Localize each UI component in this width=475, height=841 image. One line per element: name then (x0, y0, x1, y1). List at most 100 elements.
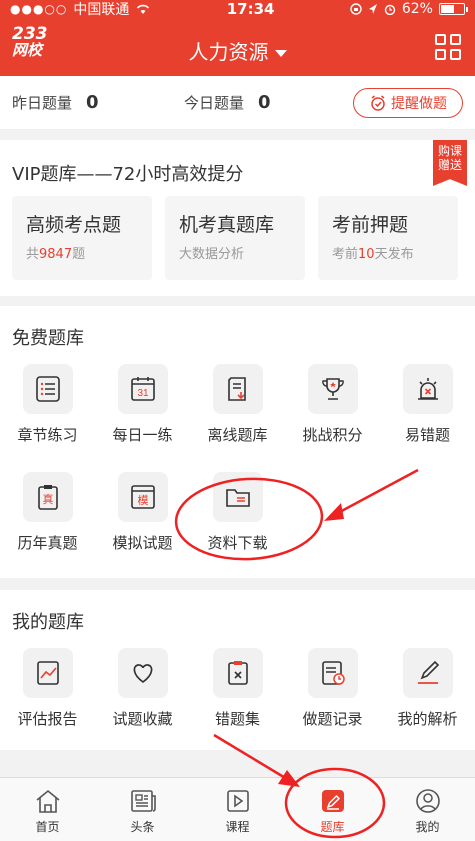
free-item-past-exams[interactable]: 真 历年真题 (0, 472, 95, 580)
record-icon (307, 648, 358, 698)
battery-icon (438, 3, 468, 15)
tab-label: 课程 (225, 820, 250, 834)
free-item-chapter[interactable]: 章节练习 (0, 364, 95, 472)
vip-cards: 高频考点题 共9847题 机考真题库 大数据分析 考前押题 考前10天发布 (12, 196, 458, 280)
my-item-favorites[interactable]: 试题收藏 (95, 648, 190, 756)
my-bank-grid: 评估报告 试题收藏 错题集 做题记录 我的解析 (0, 648, 475, 756)
item-label: 资料下载 (207, 534, 268, 552)
free-item-mistakes[interactable]: 易错题 (380, 364, 475, 472)
item-label: 试题收藏 (112, 710, 173, 728)
calendar-icon: 31 (117, 364, 168, 414)
tab-question-bank[interactable]: 题库 (285, 778, 380, 841)
item-label: 挑战积分 (302, 426, 363, 444)
news-icon (130, 790, 156, 812)
browser-icon: 模 (117, 472, 168, 522)
item-label: 评估报告 (17, 710, 78, 728)
carrier-label: 中国联通 (73, 2, 130, 18)
my-item-wrong-set[interactable]: 错题集 (190, 648, 285, 756)
yesterday-value: 0 (86, 92, 99, 113)
subject-title: 人力资源 (188, 40, 269, 64)
svg-text:31: 31 (137, 388, 149, 399)
free-item-challenge[interactable]: 挑战积分 (285, 364, 380, 472)
item-label: 历年真题 (17, 534, 78, 552)
tab-news[interactable]: 头条 (95, 778, 190, 841)
yesterday-label: 昨日题量 (12, 94, 73, 112)
vip-title: VIP题库——72小时高效提分 (12, 164, 244, 185)
my-item-report[interactable]: 评估报告 (0, 648, 95, 756)
my-bank-title: 我的题库 (12, 612, 84, 633)
yesterday-stat: 昨日题量 0 (12, 92, 99, 113)
alarm-status-icon (384, 4, 396, 15)
tab-courses[interactable]: 课程 (190, 778, 285, 841)
play-icon (226, 790, 249, 812)
vip-card-high-frequency[interactable]: 高频考点题 共9847题 (12, 196, 152, 280)
tab-home[interactable]: 首页 (0, 778, 95, 841)
vip-card-title: 高频考点题 (26, 214, 122, 236)
signal-icon: ●●●○○ (10, 2, 68, 16)
grid-cell-icon (435, 49, 446, 60)
item-label: 每日一练 (112, 426, 173, 444)
vip-card-sub: 大数据分析 (179, 247, 245, 262)
item-label: 我的解析 (397, 710, 458, 728)
badge-line: 赠送 (437, 158, 462, 172)
app-header: ●●●○○ 中国联通 17:34 62% 233 网校 人力资源 (0, 0, 475, 76)
free-bank-grid: 章节练习 31 每日一练 离线题库 挑战积分 易错题 真 历年真题 模 模拟试题… (0, 364, 475, 580)
wrong-doc-icon (212, 648, 263, 698)
stats-bar: 昨日题量 0 今日题量 0 提醒做题 (0, 76, 475, 130)
item-label: 模拟试题 (112, 534, 173, 552)
user-icon (415, 789, 440, 813)
today-stat: 今日题量 0 (184, 92, 271, 113)
item-label: 做题记录 (302, 710, 363, 728)
location-icon (368, 4, 377, 14)
grid-menu-button[interactable] (435, 34, 461, 60)
trophy-icon (307, 364, 358, 414)
item-label: 易错题 (404, 426, 450, 444)
edit-icon (402, 648, 453, 698)
tab-me[interactable]: 我的 (380, 778, 475, 841)
vip-card-title: 考前押题 (332, 214, 409, 236)
free-bank-title: 免费题库 (12, 328, 84, 349)
vip-card-machine-exam[interactable]: 机考真题库 大数据分析 (165, 196, 305, 280)
svg-text:真: 真 (42, 492, 53, 506)
vip-section: VIP题库——72小时高效提分 购课 赠送 高频考点题 共9847题 机考真题库… (0, 140, 475, 296)
today-label: 今日题量 (184, 94, 245, 112)
wifi-icon (137, 4, 150, 14)
badge-line: 购课 (437, 144, 462, 158)
caret-down-icon (274, 50, 287, 57)
tab-label: 题库 (320, 820, 345, 834)
alarm-clock-icon (371, 95, 385, 111)
lock-icon (350, 3, 362, 15)
free-item-daily[interactable]: 31 每日一练 (95, 364, 190, 472)
free-item-mock[interactable]: 模 模拟试题 (95, 472, 190, 580)
tab-label: 我的 (415, 820, 440, 834)
item-label: 章节练习 (17, 426, 78, 444)
grid-cell-icon (435, 34, 446, 45)
folder-icon (212, 472, 263, 522)
grid-cell-icon (450, 34, 461, 45)
vip-card-sub: 共9847题 (26, 247, 86, 262)
tab-label: 首页 (35, 820, 60, 834)
download-doc-icon (212, 364, 263, 414)
battery-percent: 62% (401, 1, 433, 17)
subject-selector[interactable]: 人力资源 (0, 36, 475, 65)
my-item-records[interactable]: 做题记录 (285, 648, 380, 756)
heart-icon (117, 648, 168, 698)
bottom-tab-bar: 首页 头条 课程 题库 我的 (0, 777, 475, 841)
clipboard-icon: 真 (22, 472, 73, 522)
my-item-analysis[interactable]: 我的解析 (380, 648, 475, 756)
vip-gift-badge[interactable]: 购课 赠送 (433, 140, 467, 186)
remind-label: 提醒做题 (391, 96, 447, 112)
remind-button[interactable]: 提醒做题 (353, 88, 463, 118)
list-icon (22, 364, 73, 414)
alarm-icon (402, 364, 453, 414)
home-icon (35, 789, 60, 813)
item-label: 离线题库 (207, 426, 268, 444)
vip-card-pre-exam[interactable]: 考前押题 考前10天发布 (318, 196, 458, 280)
vip-card-sub: 考前10天发布 (332, 247, 414, 262)
pen-icon (321, 790, 344, 812)
chart-doc-icon (22, 648, 73, 698)
status-bar: ●●●○○ 中国联通 17:34 62% (0, 0, 475, 18)
free-item-materials[interactable]: 资料下载 (190, 472, 285, 580)
vip-card-title: 机考真题库 (179, 214, 275, 236)
free-item-offline[interactable]: 离线题库 (190, 364, 285, 472)
